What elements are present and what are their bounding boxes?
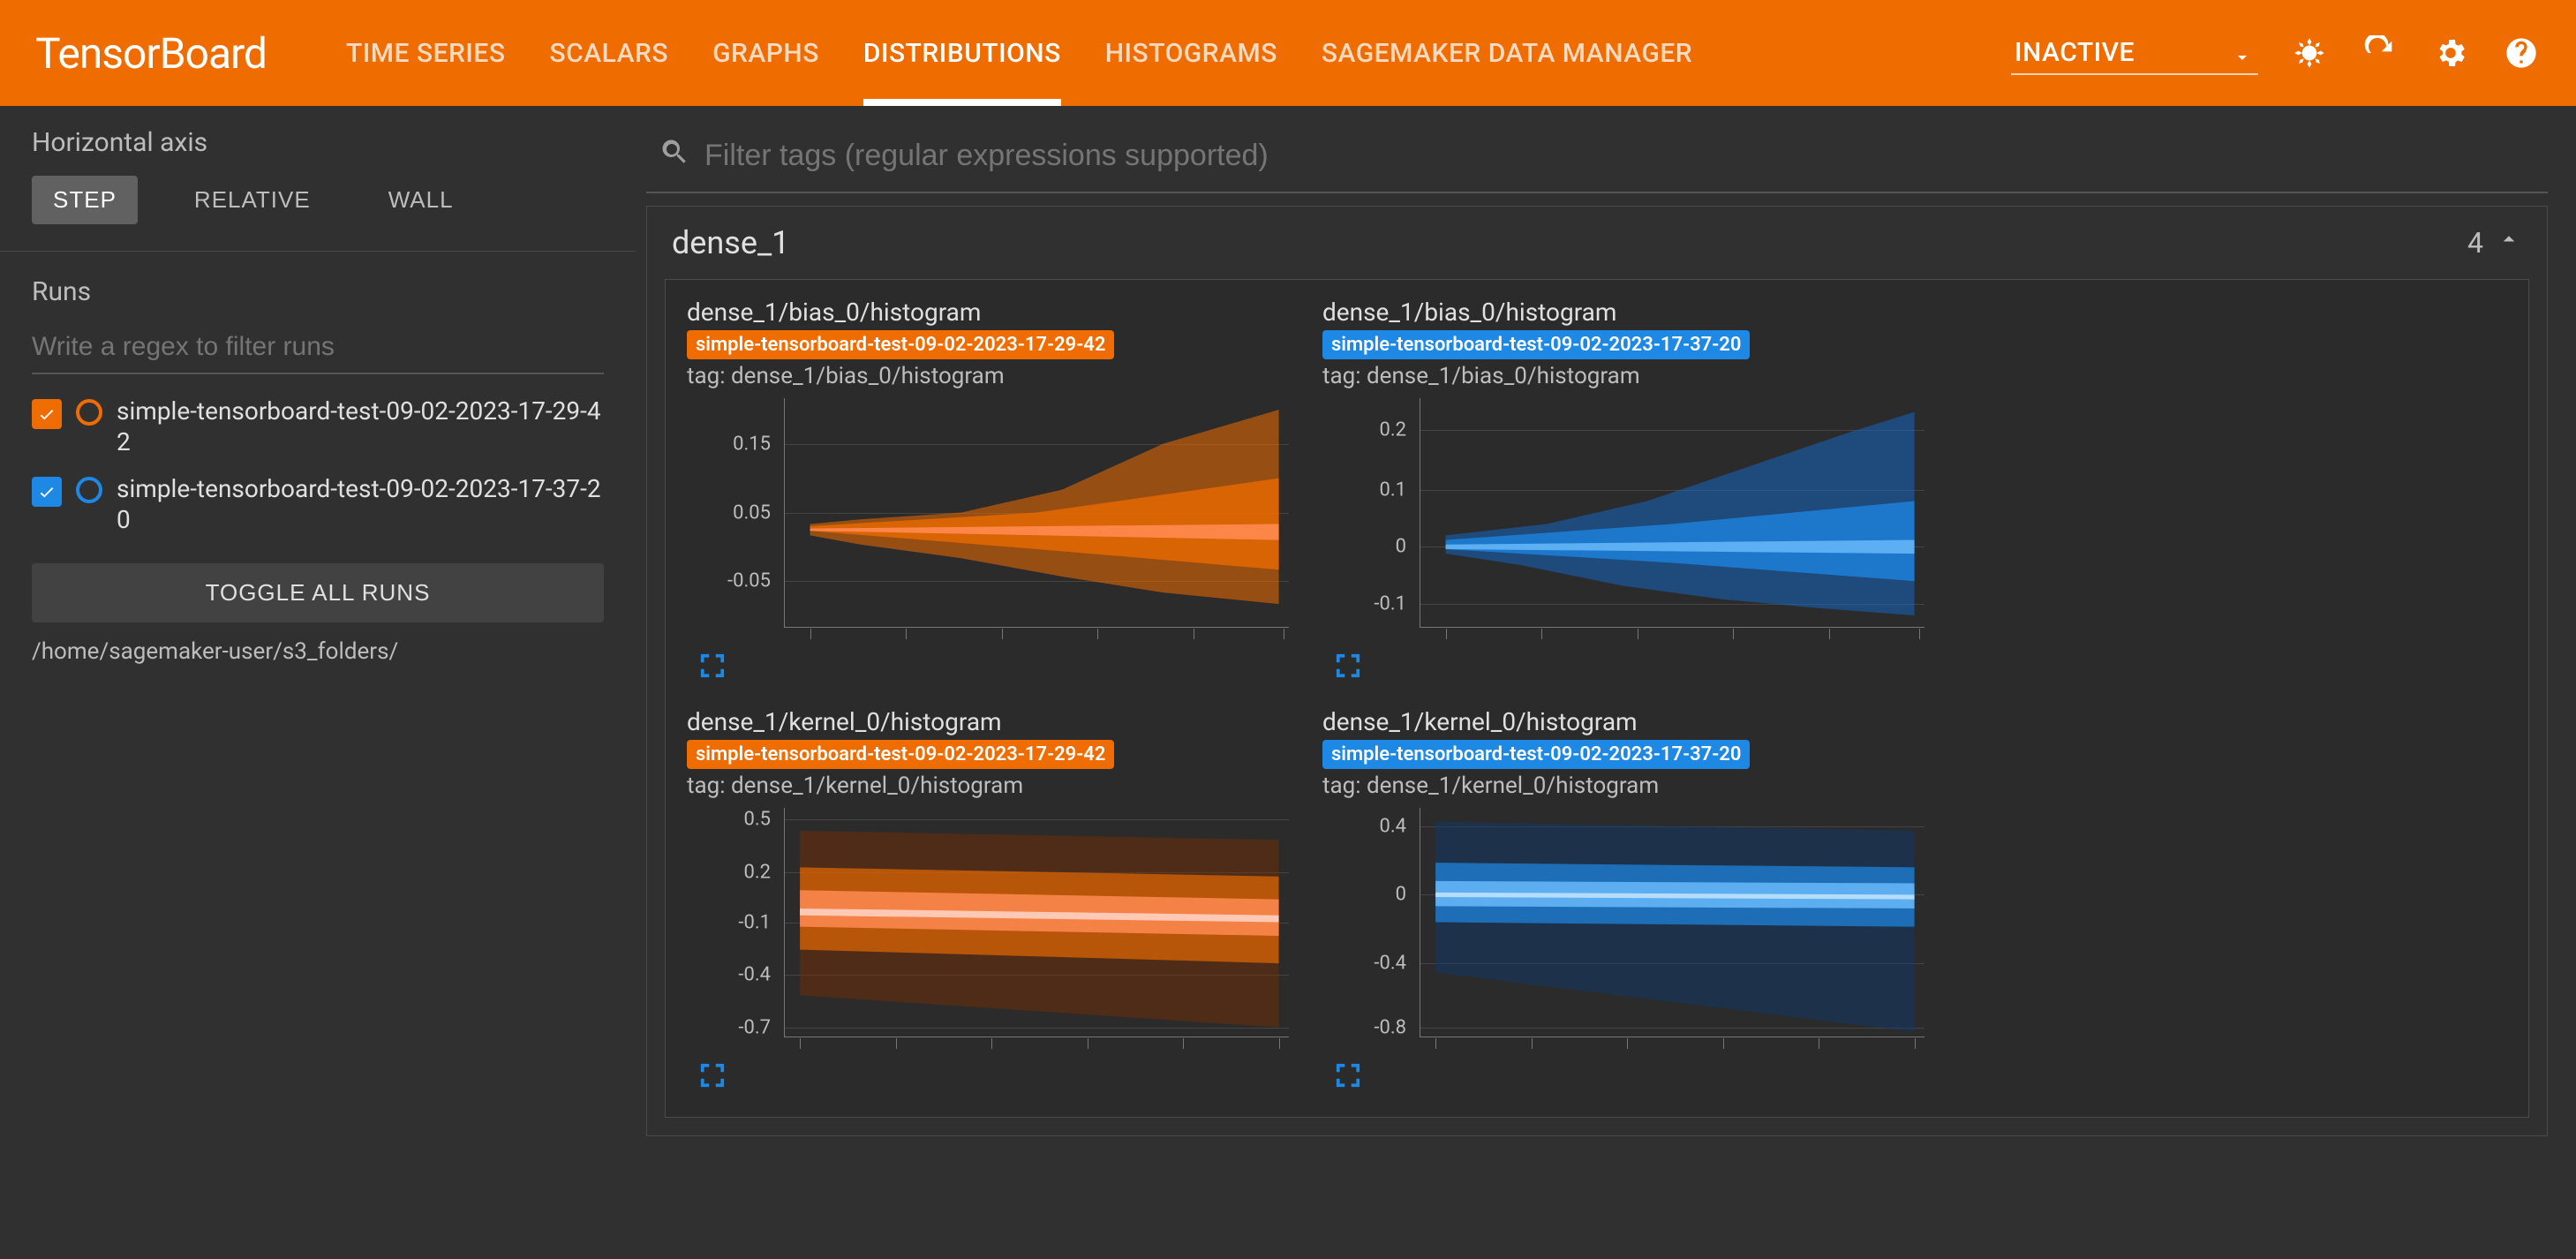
x-axis-ticks xyxy=(1420,627,1924,639)
chart-shape xyxy=(1420,398,1924,627)
horizontal-axis-title: Horizontal axis xyxy=(32,127,604,158)
card-title: dense_1/bias_0/histogram xyxy=(1322,298,1924,327)
distribution-card: dense_1/bias_0/histogram simple-tensorbo… xyxy=(674,289,1301,690)
distribution-card: dense_1/bias_0/histogram simple-tensorbo… xyxy=(1310,289,1937,690)
distribution-card: dense_1/kernel_0/histogram simple-tensor… xyxy=(674,698,1301,1099)
header-right: INACTIVE xyxy=(2011,32,2541,75)
distribution-chart[interactable]: 0.4 0 -0.4 -0.8 xyxy=(1420,808,1924,1037)
tag-filter-input[interactable] xyxy=(704,139,2548,173)
run-badge: simple-tensorboard-test-09-02-2023-17-37… xyxy=(1322,330,1750,359)
tab-histograms[interactable]: HISTOGRAMS xyxy=(1105,0,1277,106)
chart-shape xyxy=(1420,808,1924,1037)
nav-tabs: TIME SERIES SCALARS GRAPHS DISTRIBUTIONS… xyxy=(346,0,1692,106)
chart-shape xyxy=(785,398,1289,627)
tab-time-series[interactable]: TIME SERIES xyxy=(346,0,506,106)
run-badge: simple-tensorboard-test-09-02-2023-17-37… xyxy=(1322,740,1750,769)
axis-wall[interactable]: WALL xyxy=(367,176,475,224)
card-title: dense_1/kernel_0/histogram xyxy=(687,707,1289,736)
run-row: simple-tensorboard-test-09-02-2023-17-29… xyxy=(32,396,604,457)
runs-filter-input[interactable] xyxy=(32,325,604,374)
divider xyxy=(0,251,636,252)
app-header: TensorBoard TIME SERIES SCALARS GRAPHS D… xyxy=(0,0,2576,106)
y-axis-labels: 0.4 0 -0.4 -0.8 xyxy=(1323,808,1412,1037)
section-panel: dense_1 4 dense_1/bias_0/histogram simpl… xyxy=(646,206,2548,1136)
chevron-up-icon[interactable] xyxy=(2496,226,2522,260)
brightness-icon[interactable] xyxy=(2290,34,2329,72)
tab-sagemaker-data-manager[interactable]: SAGEMAKER DATA MANAGER xyxy=(1322,0,1692,106)
run-row: simple-tensorboard-test-09-02-2023-17-37… xyxy=(32,473,604,535)
card-tag: tag: dense_1/bias_0/histogram xyxy=(687,363,1289,389)
status-dropdown-value: INACTIVE xyxy=(2011,32,2258,75)
refresh-icon[interactable] xyxy=(2361,34,2399,72)
logo: TensorBoard xyxy=(35,28,267,79)
logdir-path: /home/sagemaker-user/s3_folders/ xyxy=(32,638,604,665)
run-badge: simple-tensorboard-test-09-02-2023-17-29… xyxy=(687,330,1114,359)
axis-relative[interactable]: RELATIVE xyxy=(173,176,332,224)
fullscreen-icon[interactable] xyxy=(1335,652,1361,679)
x-axis-ticks xyxy=(785,1037,1289,1049)
app-body: Horizontal axis STEP RELATIVE WALL Runs … xyxy=(0,106,2576,1259)
card-tag: tag: dense_1/bias_0/histogram xyxy=(1322,363,1924,389)
section-count-wrap: 4 xyxy=(2467,226,2522,260)
toggle-all-runs-button[interactable]: TOGGLE ALL RUNS xyxy=(32,563,604,622)
run-checkbox[interactable] xyxy=(32,399,62,429)
x-axis-ticks xyxy=(1420,1037,1924,1049)
axis-step[interactable]: STEP xyxy=(32,176,138,224)
distribution-card: dense_1/kernel_0/histogram simple-tensor… xyxy=(1310,698,1937,1099)
card-title: dense_1/bias_0/histogram xyxy=(687,298,1289,327)
status-dropdown[interactable]: INACTIVE xyxy=(2011,32,2258,75)
distribution-chart[interactable]: 0.2 0.1 0 -0.1 xyxy=(1420,398,1924,628)
run-color-swatch xyxy=(76,477,102,503)
card-tag: tag: dense_1/kernel_0/histogram xyxy=(687,773,1289,799)
distribution-chart[interactable]: 0.5 0.2 -0.1 -0.4 -0.7 xyxy=(784,808,1289,1037)
tab-distributions[interactable]: DISTRIBUTIONS xyxy=(863,0,1061,106)
run-color-swatch xyxy=(76,399,102,426)
tag-filter-bar xyxy=(646,127,2548,193)
run-label[interactable]: simple-tensorboard-test-09-02-2023-17-29… xyxy=(117,396,604,457)
cards-wrap: dense_1/bias_0/histogram simple-tensorbo… xyxy=(665,279,2529,1118)
section-title: dense_1 xyxy=(672,224,789,261)
help-icon[interactable] xyxy=(2502,34,2541,72)
tab-scalars[interactable]: SCALARS xyxy=(550,0,669,106)
card-title: dense_1/kernel_0/histogram xyxy=(1322,707,1924,736)
y-axis-labels: 0.5 0.2 -0.1 -0.4 -0.7 xyxy=(688,808,776,1037)
sidebar: Horizontal axis STEP RELATIVE WALL Runs … xyxy=(0,106,636,1259)
card-tag: tag: dense_1/kernel_0/histogram xyxy=(1322,773,1924,799)
distribution-chart[interactable]: 0.15 0.05 -0.05 xyxy=(784,398,1289,628)
main: dense_1 4 dense_1/bias_0/histogram simpl… xyxy=(636,106,2576,1259)
y-axis-labels: 0.15 0.05 -0.05 xyxy=(688,398,776,627)
axis-buttons: STEP RELATIVE WALL xyxy=(32,176,604,224)
search-icon xyxy=(659,136,690,176)
fullscreen-icon[interactable] xyxy=(1335,1062,1361,1089)
chart-shape xyxy=(785,808,1289,1037)
section-count: 4 xyxy=(2467,226,2483,260)
settings-icon[interactable] xyxy=(2431,34,2470,72)
run-label[interactable]: simple-tensorboard-test-09-02-2023-17-37… xyxy=(117,473,604,535)
run-badge: simple-tensorboard-test-09-02-2023-17-29… xyxy=(687,740,1114,769)
tab-graphs[interactable]: GRAPHS xyxy=(712,0,819,106)
run-checkbox[interactable] xyxy=(32,477,62,507)
x-axis-ticks xyxy=(785,627,1289,639)
fullscreen-icon[interactable] xyxy=(699,1062,726,1089)
fullscreen-icon[interactable] xyxy=(699,652,726,679)
y-axis-labels: 0.2 0.1 0 -0.1 xyxy=(1323,398,1412,627)
section-header[interactable]: dense_1 4 xyxy=(647,207,2547,279)
caret-down-icon xyxy=(2232,41,2253,76)
runs-title: Runs xyxy=(32,276,604,307)
